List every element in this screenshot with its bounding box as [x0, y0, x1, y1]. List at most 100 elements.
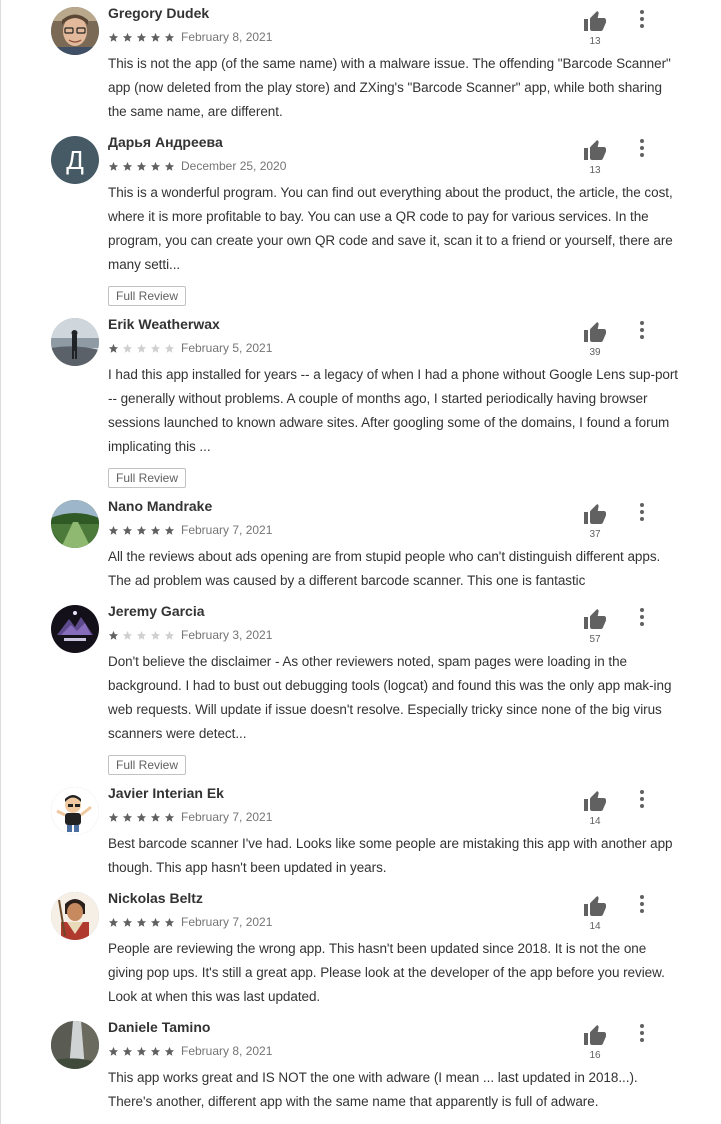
- star-filled-icon: [150, 525, 161, 535]
- review-text: This is a wonderful program. You can fin…: [108, 185, 673, 272]
- thumb-up-icon[interactable]: [583, 608, 607, 632]
- star-filled-icon: [108, 161, 119, 171]
- review-date: February 7, 2021: [181, 915, 273, 929]
- thumb-up-icon[interactable]: [583, 321, 607, 345]
- left-border: [0, 0, 1, 1124]
- review-date: February 3, 2021: [181, 628, 273, 642]
- star-filled-icon: [108, 1046, 119, 1056]
- review-meta: February 8, 2021: [108, 30, 272, 44]
- review-author: Daniele Tamino: [108, 1019, 211, 1035]
- star-filled-icon: [122, 917, 133, 927]
- more-vert-icon[interactable]: [634, 9, 650, 29]
- review-date: December 25, 2020: [181, 159, 287, 173]
- star-rating: [108, 630, 178, 641]
- star-filled-icon: [122, 812, 133, 822]
- star-filled-icon: [108, 343, 119, 353]
- review-author: Nickolas Beltz: [108, 890, 203, 906]
- review-meta: February 7, 2021: [108, 810, 272, 824]
- review-meta: December 25, 2020: [108, 159, 286, 173]
- review-meta: February 8, 2021: [108, 1044, 272, 1058]
- star-filled-icon: [108, 812, 119, 822]
- star-filled-icon: [122, 525, 133, 535]
- avatar[interactable]: [51, 787, 99, 835]
- more-vert-icon[interactable]: [634, 320, 650, 340]
- star-filled-icon: [136, 525, 147, 535]
- star-rating: [108, 812, 178, 823]
- more-vert-icon[interactable]: [634, 138, 650, 158]
- thumb-up-icon[interactable]: [583, 503, 607, 527]
- star-filled-icon: [136, 812, 147, 822]
- review-text: This app works great and IS NOT the one …: [108, 1070, 638, 1109]
- star-filled-icon: [136, 1046, 147, 1056]
- avatar[interactable]: [51, 318, 99, 366]
- more-vert-icon[interactable]: [634, 1023, 650, 1043]
- review-meta: February 7, 2021: [108, 915, 272, 929]
- avatar[interactable]: Д: [51, 136, 99, 184]
- star-rating: [108, 1046, 178, 1057]
- star-rating: [108, 343, 178, 354]
- review-date: February 7, 2021: [181, 523, 273, 537]
- full-review-button[interactable]: Full Review: [108, 286, 187, 306]
- full-review-button[interactable]: Full Review: [108, 468, 187, 488]
- star-filled-icon: [164, 161, 175, 171]
- star-filled-icon: [108, 525, 119, 535]
- star-filled-icon: [150, 812, 161, 822]
- more-vert-icon[interactable]: [634, 607, 650, 627]
- star-filled-icon: [108, 917, 119, 927]
- review-author: Erik Weatherwax: [108, 316, 220, 332]
- avatar[interactable]: [51, 892, 99, 940]
- star-filled-icon: [136, 32, 147, 42]
- star-filled-icon: [108, 630, 119, 640]
- helpful-count: 39: [589, 347, 601, 358]
- avatar[interactable]: [51, 605, 99, 653]
- review-text: People are reviewing the wrong app. This…: [108, 941, 665, 1004]
- avatar-letter: Д: [66, 144, 84, 175]
- star-rating: [108, 32, 178, 43]
- review-meta: February 5, 2021: [108, 341, 272, 355]
- star-rating: [108, 161, 178, 172]
- avatar[interactable]: [51, 1021, 99, 1069]
- review-author: Jeremy Garcia: [108, 603, 205, 619]
- star-filled-icon: [164, 917, 175, 927]
- review-text: Don't believe the disclaimer - As other …: [108, 654, 672, 741]
- review-text: Best barcode scanner I've had. Looks lik…: [108, 836, 673, 875]
- star-empty-icon: [122, 343, 133, 353]
- helpful-count: 13: [589, 36, 601, 47]
- review-date: February 7, 2021: [181, 810, 273, 824]
- star-filled-icon: [150, 161, 161, 171]
- star-empty-icon: [150, 343, 161, 353]
- star-filled-icon: [122, 161, 133, 171]
- review-text: I had this app installed for years -- a …: [108, 367, 679, 454]
- more-vert-icon[interactable]: [634, 789, 650, 809]
- helpful-count: 16: [589, 1050, 601, 1061]
- thumb-up-icon[interactable]: [583, 139, 607, 163]
- thumb-up-icon[interactable]: [583, 895, 607, 919]
- review-text: This is not the app (of the same name) w…: [108, 56, 671, 119]
- review-date: February 8, 2021: [181, 30, 273, 44]
- star-filled-icon: [136, 161, 147, 171]
- full-review-button[interactable]: Full Review: [108, 755, 187, 775]
- more-vert-icon[interactable]: [634, 894, 650, 914]
- helpful-count: 14: [589, 921, 601, 932]
- star-filled-icon: [164, 525, 175, 535]
- star-filled-icon: [164, 32, 175, 42]
- star-empty-icon: [136, 343, 147, 353]
- review-author: Nano Mandrake: [108, 498, 213, 514]
- star-filled-icon: [150, 1046, 161, 1056]
- helpful-count: 57: [589, 634, 601, 645]
- thumb-up-icon[interactable]: [583, 1024, 607, 1048]
- helpful-count: 37: [589, 529, 601, 540]
- review-author: Дарья Андреева: [108, 134, 223, 150]
- thumb-up-icon[interactable]: [583, 10, 607, 34]
- star-filled-icon: [164, 812, 175, 822]
- review-author: Gregory Dudek: [108, 5, 210, 21]
- avatar[interactable]: [51, 7, 99, 55]
- star-filled-icon: [122, 32, 133, 42]
- star-empty-icon: [122, 630, 133, 640]
- helpful-count: 14: [589, 816, 601, 827]
- avatar[interactable]: [51, 500, 99, 548]
- review-meta: February 7, 2021: [108, 523, 272, 537]
- more-vert-icon[interactable]: [634, 502, 650, 522]
- thumb-up-icon[interactable]: [583, 790, 607, 814]
- review-meta: February 3, 2021: [108, 628, 272, 642]
